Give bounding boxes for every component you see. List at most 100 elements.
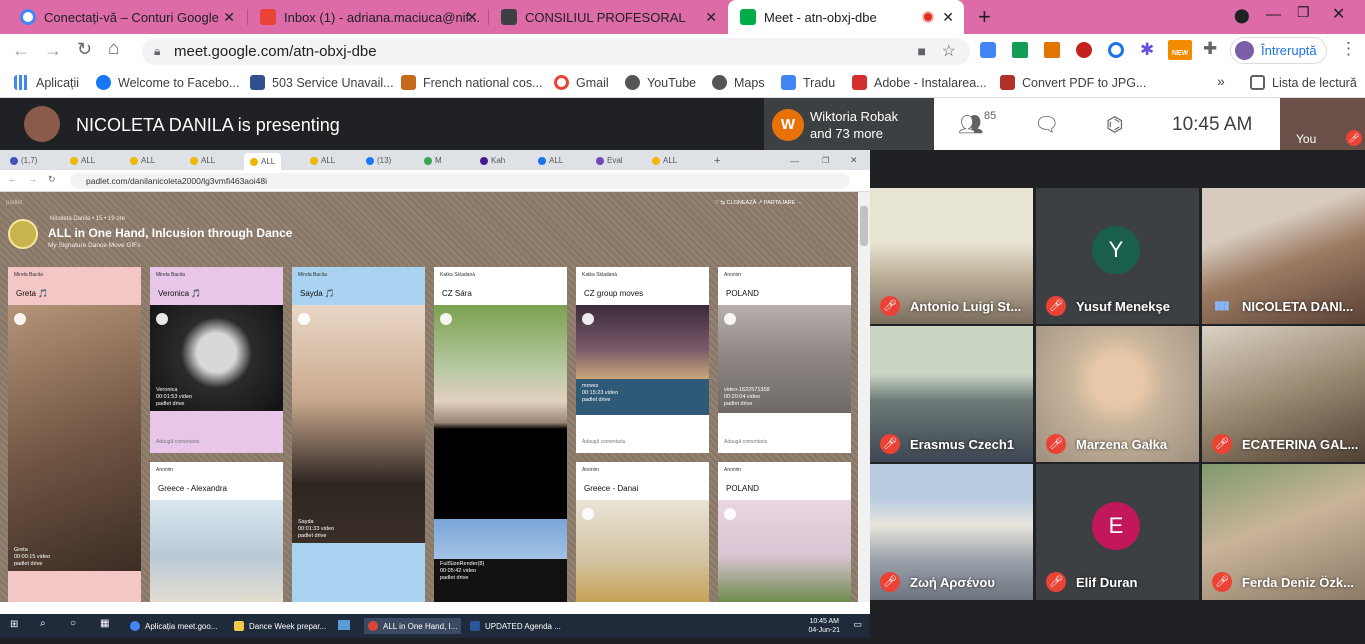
taskbar-label: Dance Week prepar... (249, 621, 327, 631)
reload-icon: ↻ (48, 174, 56, 184)
close-icon[interactable]: ✕ (705, 9, 717, 26)
post-header: Anonim Greece - Danai (576, 462, 709, 500)
shared-tab: ALL (538, 153, 563, 168)
adobe-icon (852, 75, 867, 90)
close-icon[interactable]: ✕ (223, 9, 235, 26)
extension-icon[interactable] (1108, 42, 1124, 58)
raised-hands-panel[interactable]: W Wiktoria Robak and 73 more (764, 98, 934, 150)
participant-tile[interactable]: 🎤︎ Erasmus Czech1 (870, 326, 1033, 462)
close-icon[interactable]: ✕ (466, 9, 478, 26)
restore-icon[interactable]: ❐ (1297, 4, 1310, 21)
bookmark-item[interactable]: Convert PDF to JPG... (1000, 75, 1146, 90)
post-title: CZ Sára (442, 289, 472, 298)
bookmark-star-icon[interactable]: ☆ (942, 38, 956, 65)
extension-icon[interactable] (1076, 42, 1092, 58)
shared-tab-label: ALL (81, 156, 96, 165)
close-icon[interactable]: ✕ (942, 9, 954, 26)
post-title: Greece - Alexandra (158, 484, 227, 493)
participant-tile[interactable]: 🎤︎ Ferda Deniz Özk... (1202, 464, 1365, 600)
profile-button[interactable]: Întreruptă (1230, 37, 1327, 64)
post-author: Mirela Bacita (156, 272, 185, 278)
extension-icon[interactable] (1044, 42, 1060, 58)
tab-search-icon[interactable]: ⬤ (1234, 7, 1250, 24)
participant-tile[interactable]: 🎤︎ Ζωή Αρσένου (870, 464, 1033, 600)
chrome-icon (130, 621, 140, 631)
bookmark-item[interactable]: Aplicații (14, 75, 79, 90)
post-title: Greta 🎵 (16, 289, 49, 298)
bookmark-item[interactable]: Maps (712, 75, 765, 90)
play-icon (724, 313, 736, 325)
google-icon (554, 75, 569, 90)
participant-name: ECATERINA GAL... (1242, 437, 1359, 452)
post-header: Mirela Bacita Veronica 🎵 (150, 267, 283, 305)
add-comment-link: Adaugă comentariu (724, 439, 768, 445)
globe-icon (712, 75, 727, 90)
back-icon[interactable]: ← (12, 40, 30, 61)
bookmark-item[interactable]: Welcome to Facebo... (96, 75, 239, 90)
bookmark-label: Convert PDF to JPG... (1022, 75, 1147, 90)
browser-tab[interactable]: CONSILIUL PROFESORAL ✕ (489, 0, 727, 34)
menu-kebab-icon[interactable]: ⋮ (1340, 39, 1357, 59)
app-icon (338, 620, 350, 630)
minimize-icon[interactable]: — (1266, 6, 1281, 23)
post-author: Mirela Bacita (14, 272, 43, 278)
bookmarks-overflow-button[interactable]: » (1217, 73, 1225, 89)
translate-extension-icon[interactable] (980, 42, 996, 58)
shared-tab-label: ALL (141, 156, 156, 165)
shared-close-icon: ✕ (850, 155, 858, 165)
people-icon[interactable]: 👥︎ (958, 112, 983, 137)
forward-icon[interactable]: → (44, 40, 62, 61)
participant-tile[interactable]: 🎤︎ Marzena Gałka (1036, 326, 1199, 462)
bookmark-item[interactable]: Tradu (781, 75, 835, 90)
caption-line: padlet drive (724, 401, 753, 407)
shared-url-text: padlet.com/danilanicoleta2000/lg3vmfi463… (86, 176, 267, 186)
window-close-icon[interactable]: ✕ (1332, 4, 1345, 24)
bookmark-item[interactable]: 503 Service Unavail... (250, 75, 394, 90)
post-author: Mirela Bacita (298, 272, 327, 278)
camera-icon[interactable]: ■ (918, 38, 926, 65)
participant-tile[interactable]: Y 🎤︎ Yusuf Menekşe (1036, 188, 1199, 324)
caption-line: 00:20:04 video (724, 394, 761, 400)
url-input[interactable]: 🔒︎ meet.google.com/atn-obxj-dbe ■ ☆ (142, 38, 970, 65)
participant-name: Elif Duran (1076, 575, 1138, 590)
home-icon[interactable]: ⌂ (108, 38, 119, 60)
bookmark-item[interactable]: YouTube (625, 75, 696, 90)
sheets-extension-icon[interactable] (1012, 42, 1028, 58)
participant-name: NICOLETA DANI... (1242, 299, 1354, 314)
bookmark-item[interactable]: Gmail (554, 75, 609, 90)
post-header: Katka Skladanà CZ group moves (576, 267, 709, 305)
shared-tab: ALL (652, 153, 677, 168)
padlet-icon (652, 156, 660, 165)
activities-icon[interactable]: ⌬ (1106, 112, 1123, 137)
extensions-puzzle-icon[interactable]: ✚ (1203, 39, 1217, 59)
globe-icon (625, 75, 640, 90)
participant-tile[interactable]: E 🎤︎ Elif Duran (1036, 464, 1199, 600)
participant-tile[interactable]: 🎤︎ ECATERINA GAL... (1202, 326, 1365, 462)
caption-line: Sayda (298, 519, 314, 525)
browser-tab-active[interactable]: Meet - atn-obxj-dbe ✕ (728, 0, 964, 34)
post-title: Sayda 🎵 (300, 289, 335, 298)
folder-icon (234, 621, 244, 631)
notifications-icon: ▭ (853, 619, 862, 629)
new-tab-button[interactable]: + (978, 4, 991, 30)
participant-tile[interactable]: ▮▮▮ NICOLETA DANI... (1202, 188, 1365, 324)
browser-tab[interactable]: Conectați-vă – Conturi Google ✕ (8, 0, 245, 34)
bookmark-label: Welcome to Facebo... (118, 75, 240, 90)
translate-icon (781, 75, 796, 90)
chat-icon[interactable]: 🗨︎ (1034, 112, 1059, 137)
post-header: Mirela Bacita Greta 🎵 (8, 267, 141, 305)
pdf-icon (1000, 75, 1015, 90)
bookmark-item[interactable]: Adobe - Instalarea... (852, 75, 987, 90)
post-video-thumbnail (434, 305, 567, 519)
shared-tab: ALL (70, 153, 95, 168)
extension-icon[interactable]: ✱ (1140, 40, 1154, 60)
new-badge-icon[interactable]: NEW (1168, 40, 1192, 60)
reading-list-button[interactable]: Lista de lectură (1250, 75, 1357, 90)
browser-tab[interactable]: Inbox (1) - adriana.maciuca@nif... ✕ (248, 0, 488, 34)
participant-tile[interactable]: 🎤︎ Antonio Luigi St... (870, 188, 1033, 324)
taskbar-item: Aplicația meet.goo... (130, 618, 217, 634)
avatar: Y (1092, 226, 1140, 274)
profile-status-label: Întreruptă (1261, 43, 1317, 58)
bookmark-item[interactable]: French national cos... (401, 75, 543, 90)
reload-icon[interactable]: ↻ (77, 39, 92, 60)
